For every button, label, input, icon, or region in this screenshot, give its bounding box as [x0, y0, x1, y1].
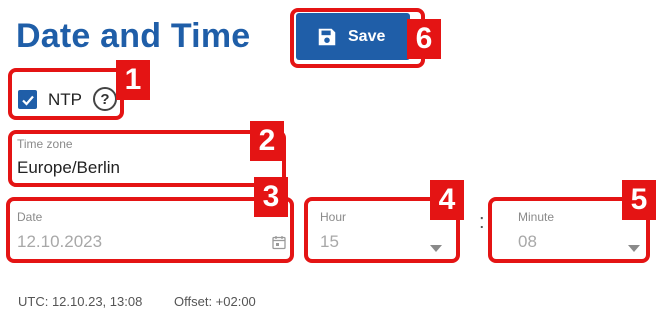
callout-6-box — [290, 8, 425, 68]
callout-1-box — [8, 68, 124, 120]
callout-3-box — [6, 197, 294, 263]
callout-4-badge: 4 — [430, 180, 464, 220]
page-title: Date and Time — [16, 17, 251, 55]
callout-1-badge: 1 — [116, 60, 150, 100]
callout-3-badge: 3 — [254, 177, 288, 217]
callout-2-badge: 2 — [250, 121, 284, 161]
callout-6-badge: 6 — [407, 19, 441, 59]
utc-offset-text: Offset: +02:00 — [174, 294, 256, 309]
callout-2-box — [8, 130, 286, 187]
time-separator: : — [479, 211, 485, 233]
callout-5-badge: 5 — [622, 180, 656, 220]
utc-time-text: UTC: 12.10.23, 13:08 — [18, 294, 143, 309]
